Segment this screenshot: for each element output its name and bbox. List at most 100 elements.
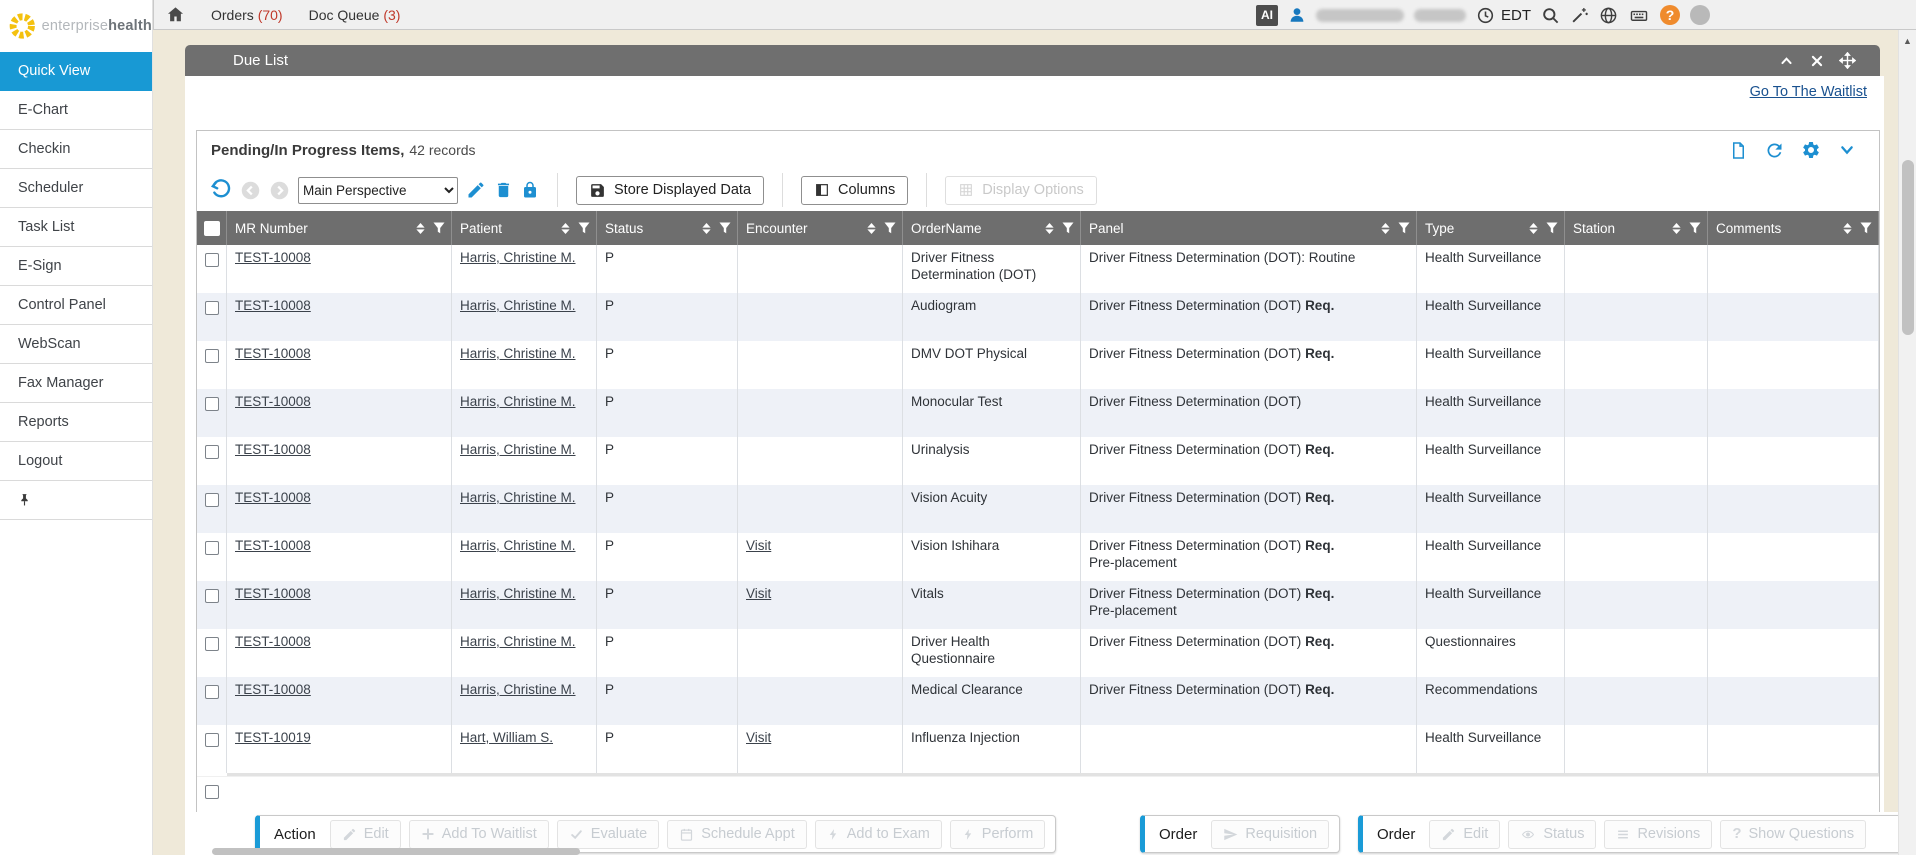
keyboard-icon[interactable] xyxy=(1628,6,1650,25)
row-checkbox[interactable] xyxy=(205,733,219,747)
patient-link[interactable]: Harris, Christine M. xyxy=(460,490,576,505)
column-header-station[interactable]: Station xyxy=(1565,211,1708,245)
columns-button[interactable]: Columns xyxy=(801,176,908,205)
column-header-panel[interactable]: Panel xyxy=(1081,211,1417,245)
filter-icon[interactable] xyxy=(1860,222,1872,234)
row-checkbox[interactable] xyxy=(205,253,219,267)
user-icon[interactable] xyxy=(1288,6,1306,24)
scroll-up-arrow[interactable]: ▲ xyxy=(1899,30,1916,46)
sidebar-item-e-sign[interactable]: E-Sign xyxy=(0,247,152,286)
filter-icon[interactable] xyxy=(1398,222,1410,234)
lock-icon[interactable] xyxy=(521,180,539,200)
mr-number-link[interactable]: TEST-10008 xyxy=(235,394,311,409)
clock-icon[interactable] xyxy=(1476,6,1495,25)
column-header-ordername[interactable]: OrderName xyxy=(903,211,1081,245)
wand-icon[interactable] xyxy=(1570,6,1589,25)
mr-number-link[interactable]: TEST-10008 xyxy=(235,298,311,313)
sidebar-item-webscan[interactable]: WebScan xyxy=(0,325,152,364)
patient-link[interactable]: Harris, Christine M. xyxy=(460,538,576,553)
mr-number-link[interactable]: TEST-10008 xyxy=(235,442,311,457)
horizontal-scrollbar-thumb[interactable] xyxy=(212,848,580,855)
new-document-icon[interactable] xyxy=(1729,140,1748,161)
column-header-comments[interactable]: Comments xyxy=(1708,211,1879,245)
close-icon[interactable] xyxy=(1810,54,1824,68)
ai-badge[interactable]: AI xyxy=(1256,5,1278,26)
row-checkbox[interactable] xyxy=(205,301,219,315)
filter-icon[interactable] xyxy=(1689,222,1701,234)
chevron-down-icon[interactable] xyxy=(1837,142,1857,158)
sort-icon[interactable] xyxy=(1380,222,1391,235)
column-header-type[interactable]: Type xyxy=(1417,211,1565,245)
row-checkbox[interactable] xyxy=(205,685,219,699)
row-checkbox[interactable] xyxy=(205,541,219,555)
sort-icon[interactable] xyxy=(1528,222,1539,235)
filter-icon[interactable] xyxy=(1546,222,1558,234)
sort-icon[interactable] xyxy=(1044,222,1055,235)
patient-link[interactable]: Hart, William S. xyxy=(460,730,553,745)
mr-number-link[interactable]: TEST-10008 xyxy=(235,538,311,553)
row-checkbox[interactable] xyxy=(205,589,219,603)
undo-icon[interactable] xyxy=(209,179,232,202)
sidebar-item-quick-view[interactable]: Quick View xyxy=(0,52,152,91)
globe-icon[interactable] xyxy=(1599,6,1618,25)
sort-icon[interactable] xyxy=(415,222,426,235)
row-checkbox[interactable] xyxy=(205,493,219,507)
patient-link[interactable]: Harris, Christine M. xyxy=(460,394,576,409)
new-row-checkbox[interactable] xyxy=(205,785,219,799)
patient-link[interactable]: Harris, Christine M. xyxy=(460,586,576,601)
sidebar-item-scheduler[interactable]: Scheduler xyxy=(0,169,152,208)
column-header-patient[interactable]: Patient xyxy=(452,211,597,245)
filter-icon[interactable] xyxy=(1062,222,1074,234)
patient-link[interactable]: Harris, Christine M. xyxy=(460,298,576,313)
sidebar-item-e-chart[interactable]: E-Chart xyxy=(0,91,152,130)
row-checkbox[interactable] xyxy=(205,637,219,651)
trash-icon[interactable] xyxy=(494,180,513,200)
column-header-encounter[interactable]: Encounter xyxy=(738,211,903,245)
sort-icon[interactable] xyxy=(1671,222,1682,235)
store-displayed-data-button[interactable]: Store Displayed Data xyxy=(576,176,764,205)
filter-icon[interactable] xyxy=(719,222,731,234)
encounter-link[interactable]: Visit xyxy=(746,730,771,745)
gear-icon[interactable] xyxy=(1801,140,1821,160)
encounter-link[interactable]: Visit xyxy=(746,538,771,553)
select-all-checkbox[interactable] xyxy=(204,221,220,236)
sidebar-item-control-panel[interactable]: Control Panel xyxy=(0,286,152,325)
mr-number-link[interactable]: TEST-10008 xyxy=(235,634,311,649)
collapse-icon[interactable] xyxy=(1778,54,1795,68)
patient-link[interactable]: Harris, Christine M. xyxy=(460,634,576,649)
row-checkbox[interactable] xyxy=(205,397,219,411)
patient-link[interactable]: Harris, Christine M. xyxy=(460,442,576,457)
tab-doc-queue[interactable]: Doc Queue (3) xyxy=(309,7,401,23)
tab-orders[interactable]: Orders (70) xyxy=(211,7,283,23)
mr-number-link[interactable]: TEST-10019 xyxy=(235,730,311,745)
sort-icon[interactable] xyxy=(701,222,712,235)
filter-icon[interactable] xyxy=(433,222,445,234)
patient-link[interactable]: Harris, Christine M. xyxy=(460,346,576,361)
sidebar-item-logout[interactable]: Logout xyxy=(0,442,152,481)
sidebar-item-fax-manager[interactable]: Fax Manager xyxy=(0,364,152,403)
mr-number-link[interactable]: TEST-10008 xyxy=(235,250,311,265)
sidebar-pin-button[interactable] xyxy=(0,481,152,520)
column-header-status[interactable]: Status xyxy=(597,211,738,245)
sort-icon[interactable] xyxy=(560,222,571,235)
mr-number-link[interactable]: TEST-10008 xyxy=(235,586,311,601)
search-icon[interactable] xyxy=(1541,6,1560,25)
sidebar-item-checkin[interactable]: Checkin xyxy=(0,130,152,169)
mr-number-link[interactable]: TEST-10008 xyxy=(235,682,311,697)
sort-icon[interactable] xyxy=(1842,222,1853,235)
go-to-waitlist-link[interactable]: Go To The Waitlist xyxy=(1750,84,1867,100)
avatar[interactable] xyxy=(1690,5,1710,25)
patient-link[interactable]: Harris, Christine M. xyxy=(460,682,576,697)
sort-icon[interactable] xyxy=(866,222,877,235)
sidebar-item-task-list[interactable]: Task List xyxy=(0,208,152,247)
row-checkbox[interactable] xyxy=(205,349,219,363)
mr-number-link[interactable]: TEST-10008 xyxy=(235,490,311,505)
move-icon[interactable] xyxy=(1839,52,1856,69)
perspective-select[interactable]: Main Perspective xyxy=(298,177,458,204)
row-checkbox[interactable] xyxy=(205,445,219,459)
sidebar-item-reports[interactable]: Reports xyxy=(0,403,152,442)
pencil-icon[interactable] xyxy=(466,180,486,200)
home-icon[interactable] xyxy=(166,5,185,24)
encounter-link[interactable]: Visit xyxy=(746,586,771,601)
column-header-mr-number[interactable]: MR Number xyxy=(227,211,452,245)
